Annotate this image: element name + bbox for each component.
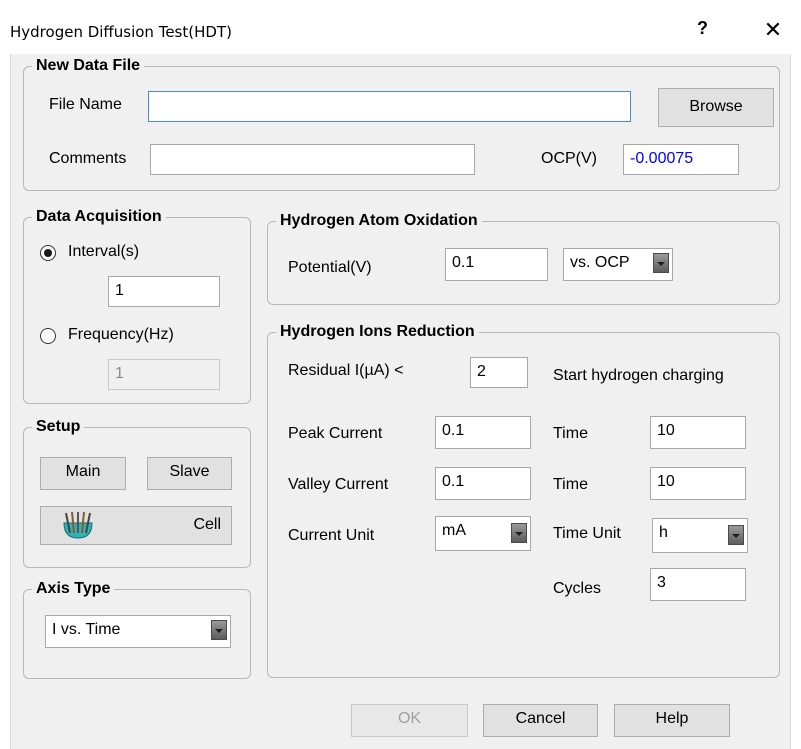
data-acquisition-title: Data Acquisition <box>32 208 166 226</box>
time1-input[interactable]: 10 <box>650 416 746 449</box>
setup-group: Setup Main Slave Cell <box>23 418 251 568</box>
data-acquisition-group: Data Acquisition Interval(s) 1 Frequency… <box>23 208 251 404</box>
window-title: Hydrogen Diffusion Test(HDT) <box>10 23 232 41</box>
time-unit-select[interactable]: h <box>652 518 748 553</box>
slave-button[interactable]: Slave <box>147 457 232 490</box>
ocp-label: OCP(V) <box>541 150 597 167</box>
reduction-group: Hydrogen Ions Reduction Residual I(µA) <… <box>267 323 780 678</box>
valley-current-label: Valley Current <box>288 476 389 493</box>
reduction-title: Hydrogen Ions Reduction <box>276 323 479 341</box>
interval-radio[interactable] <box>40 245 56 261</box>
chevron-down-icon <box>211 620 227 640</box>
new-data-file-title: New Data File <box>32 57 145 75</box>
cancel-button[interactable]: Cancel <box>483 704 598 737</box>
cell-button[interactable]: Cell <box>40 506 232 545</box>
browse-button[interactable]: Browse <box>658 88 774 127</box>
setup-title: Setup <box>32 418 85 436</box>
peak-current-label: Peak Current <box>288 425 383 442</box>
residual-label: Residual I(µA) < <box>288 362 404 379</box>
dialog-body: New Data File File Name Browse Comments … <box>10 54 791 749</box>
frequency-radio[interactable] <box>40 328 56 344</box>
oxidation-title: Hydrogen Atom Oxidation <box>276 212 482 230</box>
time1-label: Time <box>553 425 588 442</box>
axis-type-value: I vs. Time <box>52 621 121 638</box>
main-button[interactable]: Main <box>40 457 126 490</box>
comments-input[interactable] <box>150 144 475 175</box>
potential-label: Potential(V) <box>288 259 372 276</box>
ocp-input[interactable]: -0.00075 <box>623 144 739 175</box>
interval-label: Interval(s) <box>68 243 140 260</box>
cell-label: Cell <box>193 516 221 533</box>
cycles-label: Cycles <box>553 580 602 597</box>
axis-type-group: Axis Type I vs. Time <box>23 580 251 679</box>
time-unit-label: Time Unit <box>553 525 621 542</box>
valley-current-input[interactable]: 0.1 <box>435 467 531 500</box>
axis-type-title: Axis Type <box>32 580 115 598</box>
reference-select[interactable]: vs. OCP <box>563 248 673 281</box>
peak-current-input[interactable]: 0.1 <box>435 416 531 449</box>
oxidation-group: Hydrogen Atom Oxidation Potential(V) 0.1… <box>267 212 780 305</box>
time2-label: Time <box>553 476 588 493</box>
help-button[interactable]: Help <box>614 704 730 737</box>
chevron-down-icon <box>653 253 669 273</box>
current-unit-value: mA <box>442 522 466 539</box>
file-name-label: File Name <box>49 96 122 113</box>
current-unit-select[interactable]: mA <box>435 516 531 551</box>
comments-label: Comments <box>49 150 127 167</box>
new-data-file-group: New Data File File Name Browse Comments … <box>23 57 780 191</box>
chevron-down-icon <box>728 525 744 545</box>
frequency-label: Frequency(Hz) <box>68 326 174 343</box>
chevron-down-icon <box>511 523 527 543</box>
time-unit-value: h <box>659 524 668 541</box>
interval-input[interactable]: 1 <box>108 276 220 307</box>
ok-button[interactable]: OK <box>351 704 468 737</box>
residual-input[interactable]: 2 <box>470 357 528 388</box>
reference-value: vs. OCP <box>570 254 630 271</box>
potential-input[interactable]: 0.1 <box>445 248 548 281</box>
cell-electrodes-icon <box>63 511 93 539</box>
current-unit-label: Current Unit <box>288 527 375 544</box>
cycles-input[interactable]: 3 <box>650 568 746 601</box>
axis-type-select[interactable]: I vs. Time <box>45 615 231 648</box>
help-question-icon[interactable]: ? <box>697 18 708 39</box>
start-charging-label: Start hydrogen charging <box>553 367 724 384</box>
time2-input[interactable]: 10 <box>650 467 746 500</box>
file-name-input[interactable] <box>148 91 631 122</box>
title-bar: Hydrogen Diffusion Test(HDT) ? ✕ <box>0 0 801 54</box>
close-icon[interactable]: ✕ <box>760 15 786 45</box>
frequency-input: 1 <box>108 359 220 390</box>
